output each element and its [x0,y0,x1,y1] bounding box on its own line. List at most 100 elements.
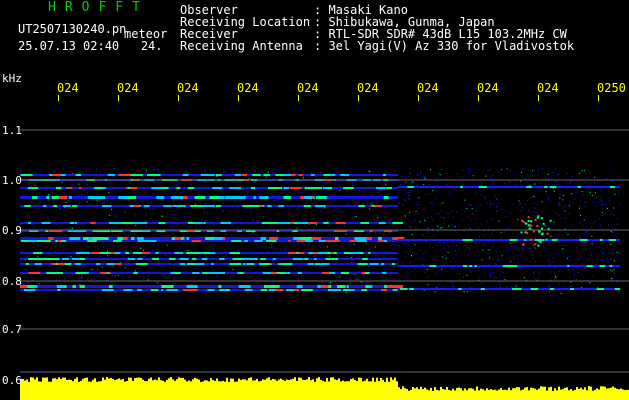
signal-segment [62,258,69,260]
signal-segment [131,237,135,240]
info-value: : 3el Yagi(V) Az 330 for Vladivostok [314,39,575,53]
signal-segment [169,289,177,291]
signal-segment [317,252,328,254]
time-label: 024 [177,81,199,95]
signal-segment [78,187,82,189]
signal-segment [481,186,485,188]
signal-segment [24,205,31,207]
signal-segment [203,222,206,224]
signal-segment [179,263,186,265]
signal-segment [294,289,300,291]
signal-segment [549,186,557,188]
signal-segment [296,285,303,288]
signal-segment [71,222,74,224]
signal-segment [176,187,181,189]
signal-segment [107,174,115,176]
meteor-echo [549,219,552,222]
signal-segment [380,289,387,291]
meteor-echo [534,218,537,221]
signal-segment [337,285,344,288]
signal-segment [183,205,186,207]
signal-segment [480,288,485,290]
signal-segment [51,196,54,199]
signal-segment [269,237,278,240]
signal-segment [296,240,305,242]
signal-segment [407,186,414,188]
signal-segment [147,174,157,176]
signal-segment [46,196,50,199]
signal-segment [243,258,256,260]
signal-segment [161,187,169,189]
signal-segment [544,186,548,188]
signal-segment [609,265,613,267]
meteor-echo [526,232,529,235]
signal-segment [314,263,319,265]
signal-segment [331,252,334,254]
signal-segment [142,252,151,254]
signal-segment [530,288,539,290]
signal-segment [232,258,244,260]
signal-segment [179,258,189,260]
freq-tick-label: 0.7 [2,323,22,336]
signal-segment [584,239,588,241]
signal-segment [204,252,208,254]
meteor-echo [537,244,540,247]
signal-segment [136,263,148,265]
meteor-echo [527,224,530,227]
signal-segment [263,174,270,176]
spectrogram-window: HROFFT UT2507130240.pn meteor 25.07.13 0… [0,0,629,400]
signal-segment [69,237,81,240]
signal-segment [283,187,290,189]
signal-segment [320,285,329,288]
signal-segment [378,240,384,242]
meteor-echo [530,224,533,227]
freq-tick-label: 1.0 [2,174,22,187]
signal-segment [274,187,282,189]
signal-segment [48,237,54,240]
signal-segment [570,288,574,290]
signal-segment [190,285,198,288]
signal-segment [169,258,176,260]
signal-segment [186,252,196,254]
signal-segment [344,289,350,291]
signal-segment [106,272,109,274]
signal-segment [102,289,114,291]
signal-segment [362,272,365,274]
signal-segment [458,288,462,290]
signal-segment [187,187,194,189]
signal-segment [260,237,266,240]
signal-segment [29,187,32,189]
signal-segment [87,196,91,199]
signal-segment [117,237,123,240]
signal-segment [46,272,57,274]
time-tick [478,95,479,101]
signal-segment [192,272,200,274]
signal-segment [133,272,138,274]
signal-segment [409,288,414,290]
signal-segment [57,289,61,291]
signal-segment [326,263,330,265]
signal-segment [182,174,189,176]
time-label: 024 [297,81,319,95]
signal-segment [305,258,309,260]
signal-segment [129,205,134,207]
signal-segment [130,187,138,189]
signal-segment [243,263,246,265]
signal-segment [33,252,43,254]
signal-segment [254,240,263,242]
signal-segment [25,263,29,265]
signal-segment [323,222,329,224]
time-tick [538,95,539,101]
signal-segment [28,240,36,242]
signal-segment [577,186,581,188]
signal-segment [237,272,241,274]
meteor-echo [540,217,543,220]
meteor-echo [525,222,528,225]
signal-segment [106,263,116,265]
signal-segment [261,222,274,224]
signal-segment [244,240,248,242]
signal-segment [67,187,73,189]
signal-segment [314,258,317,260]
signal-segment [114,252,121,254]
signal-segment [250,187,256,189]
